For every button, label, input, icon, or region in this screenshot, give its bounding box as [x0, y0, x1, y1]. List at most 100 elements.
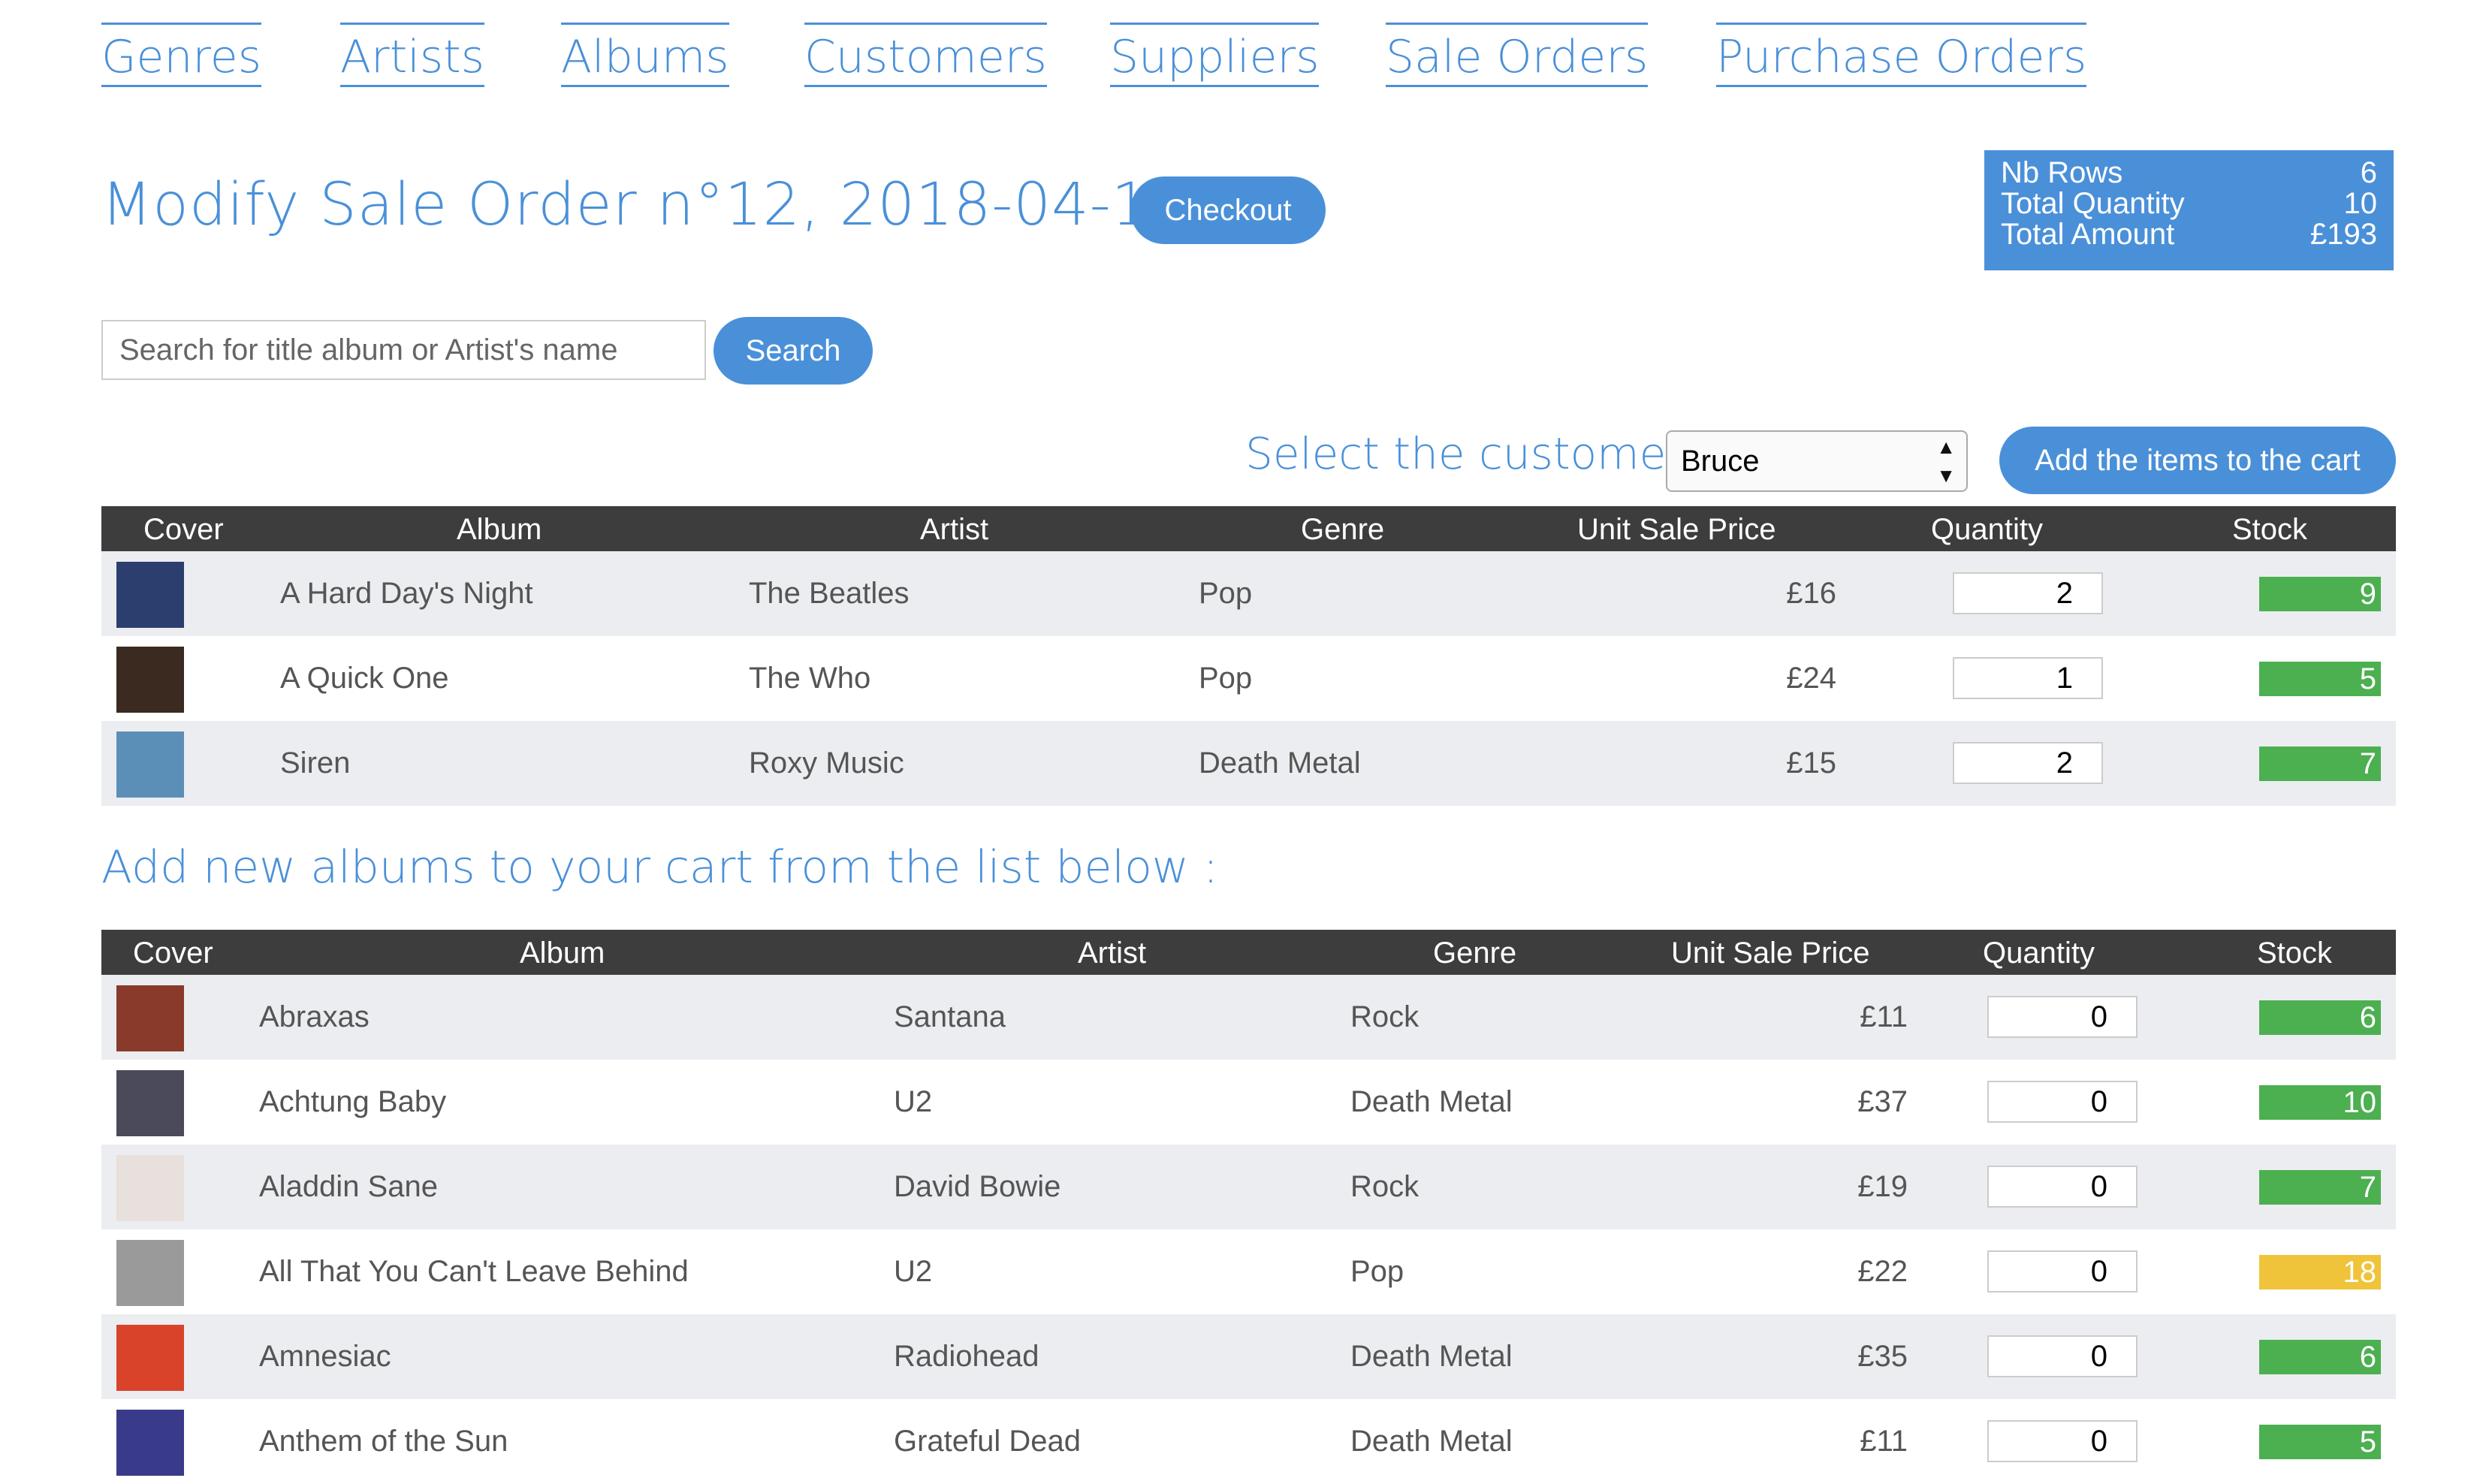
cart-table-header: Cover Album Artist Genre Unit Sale Price… — [101, 506, 2396, 551]
quantity-input[interactable]: 2 — [1953, 572, 2103, 614]
nav-purchase-orders[interactable]: Purchase Orders — [1716, 23, 2087, 87]
album-cover-image — [116, 647, 184, 713]
genre-name: Pop — [1350, 1255, 1404, 1288]
summary-value: 6 — [2360, 156, 2377, 189]
genre-name: Death Metal — [1199, 747, 1361, 780]
col-album: Album — [457, 513, 542, 546]
nav-suppliers[interactable]: Suppliers — [1110, 23, 1320, 87]
summary-value: 10 — [2343, 187, 2378, 220]
artist-name: The Who — [749, 662, 871, 695]
albums-table-body: Abraxas Santana Rock £11 0 6 Achtung Baby U2 Dea… — [101, 975, 2396, 1484]
col-artist: Artist — [920, 513, 989, 546]
table-row: Aladdin Sane David Bowie Rock £19 0 7 — [101, 1145, 2396, 1229]
quantity-input[interactable]: 0 — [1987, 1420, 2138, 1462]
album-title: Siren — [280, 747, 351, 780]
artist-name: The Beatles — [749, 577, 910, 610]
unit-price: £11 — [1860, 1000, 1908, 1033]
quantity-input[interactable]: 0 — [1987, 1335, 2138, 1377]
page-title: Modify Sale Order n°12, 2018-04-12 — [101, 171, 1188, 239]
col-price: Unit Sale Price — [1671, 937, 1870, 970]
artist-name: U2 — [894, 1255, 933, 1288]
genre-name: Death Metal — [1350, 1085, 1513, 1118]
customer-select[interactable]: Bruce ▲ ▼ — [1666, 430, 1968, 492]
genre-name: Pop — [1199, 662, 1253, 695]
summary-value: £193 — [2310, 218, 2377, 251]
add-albums-heading: Add new albums to your cart from the lis… — [101, 841, 1219, 894]
col-quantity: Quantity — [1931, 513, 2043, 546]
col-stock: Stock — [2232, 513, 2308, 546]
albums-table-header: Cover Album Artist Genre Unit Sale Price… — [101, 930, 2396, 975]
artist-name: Grateful Dead — [894, 1425, 1082, 1458]
search-button[interactable]: Search — [714, 317, 873, 385]
select-arrows-icon: ▲ ▼ — [1936, 436, 1956, 487]
nav-albums[interactable]: Albums — [561, 23, 729, 87]
artist-name: Radiohead — [894, 1340, 1039, 1373]
genre-name: Death Metal — [1350, 1340, 1513, 1373]
add-to-cart-button[interactable]: Add the items to the cart — [1999, 427, 2396, 494]
stock-badge: 7 — [2259, 1170, 2381, 1205]
unit-price: £15 — [1786, 747, 1836, 780]
cart-table-body: A Hard Day's Night The Beatles Pop £16 2 9 A Q… — [101, 551, 2396, 806]
quantity-input[interactable]: 0 — [1987, 996, 2138, 1038]
nav-genres[interactable]: Genres — [101, 23, 261, 87]
artist-name: Santana — [894, 1000, 1006, 1033]
table-row: Achtung Baby U2 Death Metal £37 0 10 — [101, 1060, 2396, 1145]
search-input[interactable]: Search for title album or Artist's name — [101, 320, 706, 380]
cart-table: Cover Album Artist Genre Unit Sale Price… — [101, 506, 2396, 806]
album-cover-image — [116, 985, 184, 1051]
col-price: Unit Sale Price — [1577, 513, 1776, 546]
genre-name: Rock — [1350, 1000, 1420, 1033]
album-cover-image — [116, 562, 184, 628]
album-cover-image — [116, 1325, 184, 1391]
summary-label: Total Amount — [2001, 218, 2175, 251]
summary-row-nb-rows: Nb Rows 6 — [2001, 158, 2377, 189]
col-genre: Genre — [1433, 937, 1517, 970]
stock-badge: 18 — [2259, 1255, 2381, 1289]
albums-table: Cover Album Artist Genre Unit Sale Price… — [101, 930, 2396, 1484]
table-row: Amnesiac Radiohead Death Metal £35 0 6 — [101, 1314, 2396, 1399]
stock-badge: 5 — [2259, 662, 2381, 696]
album-cover-image — [116, 1155, 184, 1221]
nav-sale-orders[interactable]: Sale Orders — [1386, 23, 1649, 87]
nav-artists[interactable]: Artists — [340, 23, 484, 87]
album-title: A Quick One — [280, 662, 449, 695]
unit-price: £37 — [1857, 1085, 1908, 1118]
artist-name: Roxy Music — [749, 747, 904, 780]
quantity-input[interactable]: 0 — [1987, 1250, 2138, 1292]
table-row: Abraxas Santana Rock £11 0 6 — [101, 975, 2396, 1060]
summary-row-total-amount: Total Amount £193 — [2001, 219, 2377, 250]
unit-price: £35 — [1857, 1340, 1908, 1373]
col-cover: Cover — [143, 513, 224, 546]
quantity-input[interactable]: 0 — [1987, 1081, 2138, 1123]
album-title: Achtung Baby — [259, 1085, 447, 1118]
genre-name: Rock — [1350, 1170, 1420, 1203]
quantity-input[interactable]: 1 — [1953, 657, 2103, 699]
album-title: Amnesiac — [259, 1340, 391, 1373]
col-genre: Genre — [1301, 513, 1385, 546]
album-cover-image — [116, 1240, 184, 1306]
col-quantity: Quantity — [1983, 937, 2095, 970]
album-cover-image — [116, 1070, 184, 1136]
table-row: Siren Roxy Music Death Metal £15 2 7 — [101, 721, 2396, 806]
quantity-input[interactable]: 0 — [1987, 1166, 2138, 1208]
quantity-input[interactable]: 2 — [1953, 742, 2103, 784]
unit-price: £24 — [1786, 662, 1836, 695]
unit-price: £22 — [1857, 1255, 1908, 1288]
col-cover: Cover — [133, 937, 213, 970]
col-album: Album — [520, 937, 605, 970]
order-summary: Nb Rows 6 Total Quantity 10 Total Amount… — [1984, 150, 2394, 270]
table-row: All That You Can't Leave Behind U2 Pop £22 0… — [101, 1229, 2396, 1314]
album-cover-image — [116, 731, 184, 798]
table-row: Anthem of the Sun Grateful Dead Death Meta… — [101, 1399, 2396, 1484]
album-title: Anthem of the Sun — [259, 1425, 508, 1458]
checkout-button[interactable]: Checkout — [1130, 176, 1326, 244]
album-title: Abraxas — [259, 1000, 370, 1033]
table-row: A Hard Day's Night The Beatles Pop £16 2 9 — [101, 551, 2396, 636]
stock-badge: 7 — [2259, 747, 2381, 781]
summary-label: Total Quantity — [2001, 187, 2185, 220]
stock-badge: 6 — [2259, 1000, 2381, 1035]
nav-customers[interactable]: Customers — [804, 23, 1047, 87]
album-title: Aladdin Sane — [259, 1170, 438, 1203]
stock-badge: 9 — [2259, 577, 2381, 611]
summary-row-total-quantity: Total Quantity 10 — [2001, 189, 2377, 219]
